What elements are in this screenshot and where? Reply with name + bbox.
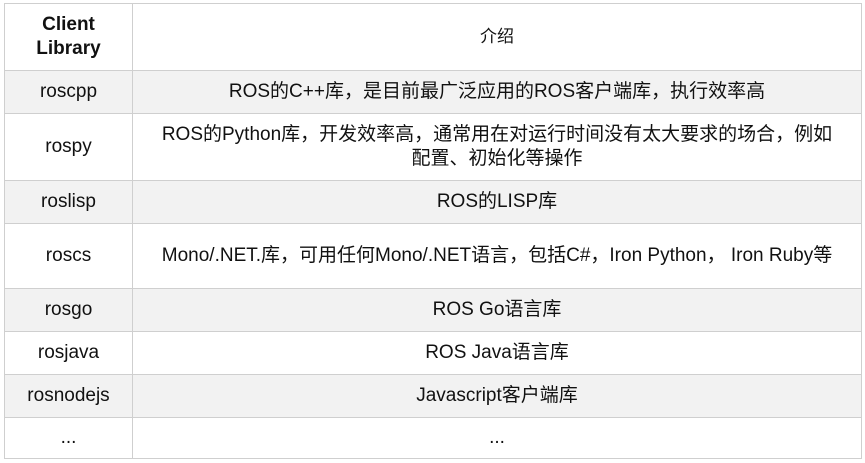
- table-row: roscs Mono/.NET.库，可用任何Mono/.NET语言，包括C#，I…: [4, 223, 862, 289]
- header-description: 介绍: [132, 3, 862, 71]
- library-name-cell: rosjava: [4, 331, 133, 375]
- table-row: rosnodejs Javascript客户端库: [4, 374, 862, 418]
- library-name-cell: roscs: [4, 223, 133, 289]
- page: Client Library 介绍 roscpp ROS的C++库，是目前最广泛…: [0, 0, 865, 463]
- library-description-cell: Mono/.NET.库，可用任何Mono/.NET语言，包括C#，Iron Py…: [132, 223, 862, 289]
- library-name-cell: rosnodejs: [4, 374, 133, 418]
- client-library-table: Client Library 介绍 roscpp ROS的C++库，是目前最广泛…: [4, 3, 862, 459]
- library-description-cell: ...: [132, 417, 862, 459]
- table-row: rosgo ROS Go语言库: [4, 288, 862, 332]
- table-header-row: Client Library 介绍: [4, 3, 862, 71]
- library-name-cell: ...: [4, 417, 133, 459]
- table-row: rospy ROS的Python库，开发效率高，通常用在对运行时间没有太大要求的…: [4, 113, 862, 181]
- library-name-cell: roslisp: [4, 180, 133, 224]
- library-description-cell: ROS的C++库，是目前最广泛应用的ROS客户端库，执行效率高: [132, 70, 862, 114]
- header-client-library: Client Library: [4, 3, 133, 71]
- library-name-cell: rosgo: [4, 288, 133, 332]
- library-description-cell: Javascript客户端库: [132, 374, 862, 418]
- table-row: roslisp ROS的LISP库: [4, 180, 862, 224]
- library-description-cell: ROS的Python库，开发效率高，通常用在对运行时间没有太大要求的场合，例如配…: [132, 113, 862, 181]
- library-description-cell: ROS Go语言库: [132, 288, 862, 332]
- table-row: ... ...: [4, 417, 862, 459]
- table-row: roscpp ROS的C++库，是目前最广泛应用的ROS客户端库，执行效率高: [4, 70, 862, 114]
- library-description-cell: ROS Java语言库: [132, 331, 862, 375]
- library-name-cell: rospy: [4, 113, 133, 181]
- table-row: rosjava ROS Java语言库: [4, 331, 862, 375]
- library-description-cell: ROS的LISP库: [132, 180, 862, 224]
- library-name-cell: roscpp: [4, 70, 133, 114]
